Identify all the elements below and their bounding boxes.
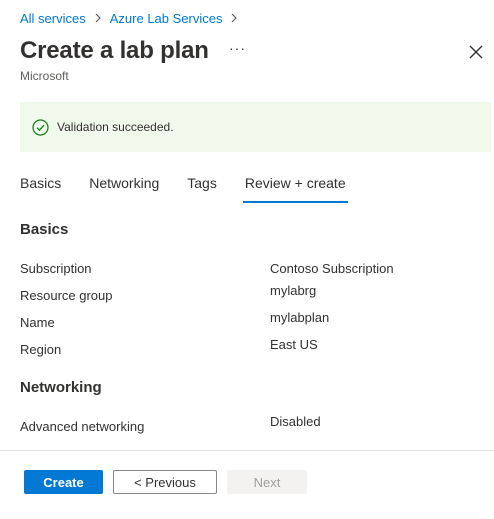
tab-basics[interactable]: Basics [20, 175, 61, 203]
footer-divider [0, 450, 494, 451]
page-title: Create a lab plan [20, 37, 209, 64]
value-subscription: Contoso Subscription [270, 261, 394, 276]
label-subscription: Subscription [20, 261, 92, 276]
value-resource-group: mylabrg [270, 283, 317, 298]
value-name: mylabplan [270, 310, 330, 325]
next-button[interactable]: Next [227, 470, 307, 494]
chevron-right-icon [94, 12, 102, 26]
tab-tags[interactable]: Tags [187, 175, 217, 203]
section-title-networking: Networking [20, 379, 102, 396]
chevron-right-icon [230, 12, 238, 26]
label-region: Region [20, 342, 62, 357]
value-region: East US [270, 337, 318, 352]
breadcrumb: All services Azure Lab Services [20, 11, 246, 26]
page-subtitle: Microsoft [20, 69, 69, 83]
label-resource-group: Resource group [20, 288, 113, 303]
tab-review-create[interactable]: Review + create [242, 175, 348, 203]
value-advanced-networking: Disabled [270, 414, 321, 429]
previous-button[interactable]: < Previous [113, 470, 217, 494]
section-title-basics: Basics [20, 221, 69, 238]
tab-bar: Basics Networking Tags Review + create [20, 175, 376, 203]
create-lab-plan-blade: All services Azure Lab Services Create a… [0, 0, 494, 519]
more-icon[interactable]: ··· [229, 40, 246, 56]
success-check-icon [32, 118, 49, 136]
label-name: Name [20, 315, 55, 330]
breadcrumb-azure-lab-services[interactable]: Azure Lab Services [110, 11, 223, 26]
create-button[interactable]: Create [24, 470, 103, 494]
validation-banner: Validation succeeded. [20, 102, 491, 152]
validation-message: Validation succeeded. [57, 120, 174, 134]
breadcrumb-all-services[interactable]: All services [20, 11, 86, 26]
close-icon[interactable] [467, 43, 485, 61]
label-advanced-networking: Advanced networking [20, 419, 145, 434]
tab-networking[interactable]: Networking [89, 175, 159, 203]
